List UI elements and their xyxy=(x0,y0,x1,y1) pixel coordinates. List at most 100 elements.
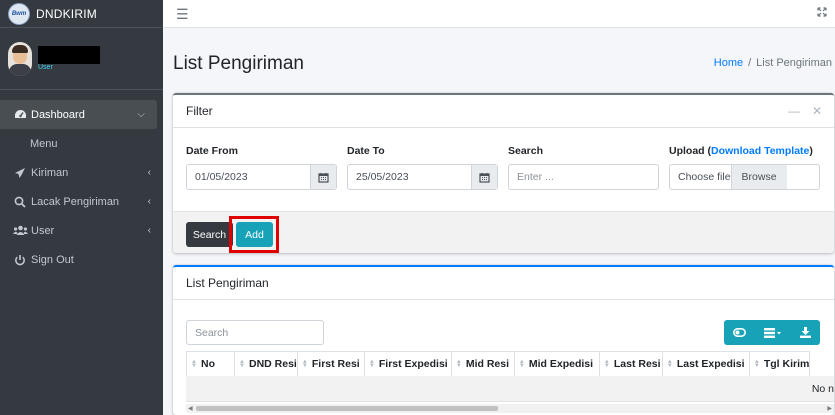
close-icon[interactable]: ✕ xyxy=(812,104,822,118)
sidebar-item-sign-out[interactable]: Sign Out xyxy=(0,245,163,274)
date-from-value: 01/05/2023 xyxy=(195,171,248,183)
sort-icon: ▲ ▼ xyxy=(603,359,610,369)
user-role[interactable]: User xyxy=(38,64,100,71)
sidebar-item-user[interactable]: User ‹ xyxy=(0,216,163,245)
column-header[interactable]: ▲ ▼ First Resi xyxy=(296,351,365,377)
horizontal-scrollbar[interactable]: ◀ ▶ xyxy=(186,404,834,413)
column-header-label: Tgl Kirim xyxy=(763,358,810,370)
column-header[interactable]: ▲ ▼ Mid Resi xyxy=(450,351,515,377)
date-from-field: Date From 01/05/2023 xyxy=(186,145,337,190)
scroll-left-icon[interactable]: ◀ xyxy=(188,405,193,412)
sidebar-item-label: User xyxy=(31,224,55,237)
breadcrumb-current: List Pengiriman xyxy=(756,57,832,69)
column-header-label: Last Resi xyxy=(613,358,661,370)
sidebar-item-kiriman[interactable]: Kiriman ‹ xyxy=(0,158,163,187)
fullscreen-icon[interactable] xyxy=(817,6,827,20)
chevron-left-icon: ‹ xyxy=(147,167,151,178)
column-header-label: Last Expedisi xyxy=(676,358,745,370)
table-search-placeholder: Search xyxy=(195,326,229,339)
chevron-down-icon: ⌵ xyxy=(137,109,145,120)
chevron-left-icon: ‹ xyxy=(147,225,151,236)
brand-logo: Bwm xyxy=(8,2,30,25)
sidebar-item-lacak-pengiriman[interactable]: Lacak Pengiriman ‹ xyxy=(0,187,163,216)
scroll-right-icon[interactable]: ▶ xyxy=(827,405,832,412)
user-info: User xyxy=(38,46,100,71)
download-template-link[interactable]: Download Template xyxy=(711,145,809,157)
filter-card-title: Filter xyxy=(186,104,213,118)
chevron-left-icon: ‹ xyxy=(147,196,151,207)
list-card: List Pengiriman Search ▲ ▼ No ▲ ▼ DND Resi ▲ ▼ F… xyxy=(173,265,834,415)
sidebar-item-label: Sign Out xyxy=(31,253,74,266)
column-header[interactable]: ▲ ▼ No xyxy=(186,351,235,377)
sort-icon: ▲ ▼ xyxy=(239,359,245,369)
table-header-row: ▲ ▼ No ▲ ▼ DND Resi ▲ ▼ First Resi ▲ ▼ First Expedi… xyxy=(186,351,811,377)
filter-search-input[interactable]: Enter ... xyxy=(508,164,659,190)
collapse-icon[interactable]: — xyxy=(788,104,800,118)
users-icon xyxy=(12,225,28,236)
sort-icon: ▲ ▼ xyxy=(753,359,760,369)
power-icon xyxy=(12,254,28,266)
sidebar-item-label: Dashboard xyxy=(31,108,85,121)
empty-message: No n xyxy=(811,383,834,395)
browse-button[interactable]: Browse xyxy=(730,165,787,189)
sidebar-item-label: Kiriman xyxy=(31,166,69,179)
card-tools: — ✕ xyxy=(788,104,822,118)
breadcrumb: Home / List Pengiriman xyxy=(714,57,832,69)
avatar[interactable] xyxy=(8,41,32,76)
column-header[interactable]: ▲ ▼ Last Resi xyxy=(598,351,663,377)
search-field: Search Enter ... xyxy=(508,145,659,190)
date-from-input[interactable]: 01/05/2023 xyxy=(186,164,337,190)
top-navbar: ☰ xyxy=(163,0,835,28)
column-header[interactable]: ▲ ▼ Last Expedisi xyxy=(661,351,750,377)
column-header-label: Mid Expedisi xyxy=(528,358,594,370)
table-toolbar xyxy=(724,320,820,345)
column-header-label: DND Resi xyxy=(249,358,297,370)
download-icon[interactable] xyxy=(800,327,811,338)
sidebar-item-label: Menu xyxy=(30,137,58,150)
column-header-label: First Expedisi xyxy=(378,358,448,370)
breadcrumb-separator: / xyxy=(748,57,752,69)
column-header[interactable]: ▲ ▼ Mid Expedisi xyxy=(513,351,600,377)
sort-icon: ▲ ▼ xyxy=(455,359,462,369)
sidebar-item-dashboard[interactable]: Dashboard ⌵ xyxy=(0,100,157,129)
date-to-value: 25/05/2023 xyxy=(356,171,409,183)
column-header[interactable]: ▲ ▼ Tgl Kirim xyxy=(748,351,811,377)
shipment-table: ▲ ▼ No ▲ ▼ DND Resi ▲ ▼ First Resi ▲ ▼ First Expedi… xyxy=(186,351,811,377)
calendar-icon[interactable] xyxy=(471,165,497,189)
user-panel: User xyxy=(0,28,163,90)
file-upload-input[interactable]: Choose file Browse xyxy=(669,164,820,190)
sort-icon: ▲ ▼ xyxy=(518,359,525,369)
add-button-highlight xyxy=(229,216,279,253)
brand-name: DNDKIRIM xyxy=(36,6,97,21)
list-body: Search ▲ ▼ No ▲ ▼ DND Resi ▲ ▼ First Resi ▲ ▼ First… xyxy=(173,300,834,415)
filter-search-placeholder: Enter ... xyxy=(517,171,554,183)
sort-icon: ▲ ▼ xyxy=(666,359,673,369)
date-to-field: Date To 25/05/2023 xyxy=(347,145,498,190)
columns-dropdown-icon[interactable] xyxy=(764,327,782,338)
brand[interactable]: Bwm DNDKIRIM xyxy=(0,0,163,28)
breadcrumb-home-link[interactable]: Home xyxy=(714,57,743,69)
redacted-username xyxy=(38,46,100,64)
column-header-label: No xyxy=(201,358,215,370)
date-from-label: Date From xyxy=(186,145,238,157)
column-header[interactable]: ▲ ▼ DND Resi xyxy=(234,351,298,377)
hamburger-menu-icon[interactable]: ☰ xyxy=(176,6,189,23)
column-header[interactable]: ▲ ▼ First Expedisi xyxy=(363,351,452,377)
upload-field: Upload (Download Template) Choose file B… xyxy=(669,145,820,190)
date-to-label: Date To xyxy=(347,145,385,157)
table-empty-row: No n xyxy=(186,376,834,402)
scrollbar-thumb[interactable] xyxy=(196,406,498,411)
sort-icon: ▲ ▼ xyxy=(368,359,375,369)
sidebar-item-menu[interactable]: Menu xyxy=(0,129,163,158)
search-icon xyxy=(12,196,28,208)
date-to-input[interactable]: 25/05/2023 xyxy=(347,164,498,190)
sidebar-nav: Dashboard ⌵ Menu Kiriman ‹ Lacak Pengiri… xyxy=(0,90,163,274)
toggle-icon[interactable] xyxy=(733,328,746,337)
page-title: List Pengiriman xyxy=(173,53,304,74)
table-search-input[interactable]: Search xyxy=(186,320,324,345)
sidebar: Bwm DNDKIRIM User Dashboard ⌵ Menu Kirim… xyxy=(0,0,163,415)
paper-plane-icon xyxy=(12,167,28,179)
calendar-icon[interactable] xyxy=(310,165,336,189)
choose-file-placeholder: Choose file xyxy=(678,171,731,183)
search-button[interactable]: Search xyxy=(186,222,233,247)
